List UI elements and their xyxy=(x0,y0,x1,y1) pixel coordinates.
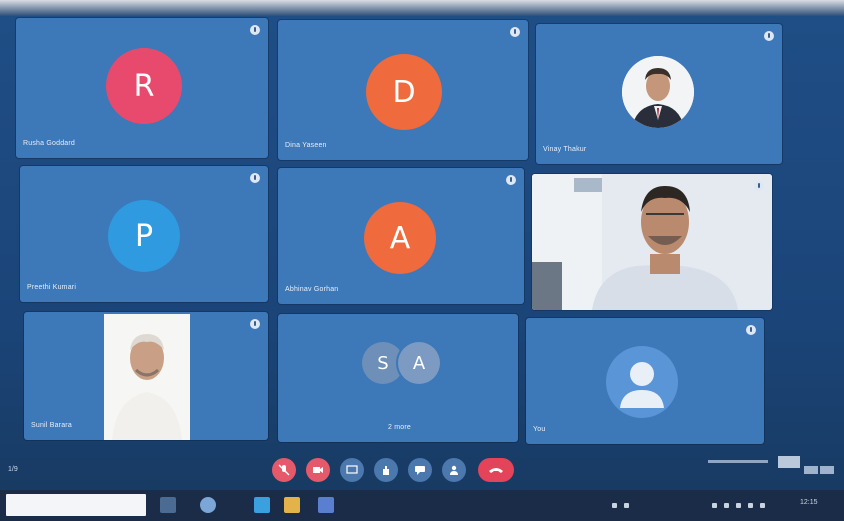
os-taskbar: 12:15 xyxy=(0,490,844,521)
participant-video-tile[interactable] xyxy=(532,174,772,310)
participant-avatar: A xyxy=(398,342,440,384)
tray-icon[interactable] xyxy=(760,503,765,508)
taskbar-search-box[interactable] xyxy=(6,494,146,516)
participant-page-indicator: 1/9 xyxy=(8,466,18,473)
participant-name: Abhinav Gorhan xyxy=(285,286,339,293)
participant-tile[interactable]: You xyxy=(526,318,764,444)
participant-name: Dina Yaseen xyxy=(285,142,327,149)
share-screen-icon xyxy=(346,465,358,474)
raise-hand-icon xyxy=(383,466,389,475)
participant-group-tile[interactable]: S A 2 more xyxy=(278,314,518,442)
task-view-icon[interactable] xyxy=(160,497,176,513)
participant-tile[interactable]: D Dina Yaseen xyxy=(278,20,528,160)
person-photo-icon xyxy=(622,56,694,128)
hang-up-icon xyxy=(489,468,503,473)
participant-tile[interactable]: R Rusha Goddard xyxy=(16,18,268,158)
mic-icon xyxy=(250,173,260,183)
tray-icon[interactable] xyxy=(748,503,753,508)
participant-name: Sunil Barara xyxy=(31,422,72,429)
tray-icon[interactable] xyxy=(612,503,617,508)
mic-icon xyxy=(250,25,260,35)
mic-icon xyxy=(764,31,774,41)
people-icon xyxy=(450,465,458,475)
meeting-app-icon[interactable] xyxy=(318,497,334,513)
meeting-screen: R Rusha Goddard D Dina Yaseen Vinay Thak… xyxy=(0,0,844,521)
mic-icon xyxy=(754,181,764,191)
chat-button[interactable] xyxy=(408,458,432,482)
tray-icon[interactable] xyxy=(624,503,629,508)
participants-button[interactable] xyxy=(442,458,466,482)
participant-tile[interactable]: P Preethi Kumari xyxy=(20,166,268,302)
participant-tile[interactable]: A Abhinav Gorhan xyxy=(278,168,524,304)
share-screen-button[interactable] xyxy=(340,458,364,482)
mic-off-icon xyxy=(278,464,290,476)
hang-up-button[interactable] xyxy=(478,458,514,482)
tray-icon[interactable] xyxy=(736,503,741,508)
tray-icon[interactable] xyxy=(724,503,729,508)
participant-avatar: A xyxy=(364,202,436,274)
participant-tile[interactable]: Vinay Thakur xyxy=(536,24,782,164)
participant-photo-avatar xyxy=(622,56,694,128)
default-user-icon xyxy=(620,362,664,408)
mic-icon xyxy=(746,325,756,335)
participant-tile[interactable]: Sunil Barara xyxy=(24,312,268,440)
mic-icon xyxy=(510,27,520,37)
mute-button[interactable] xyxy=(272,458,296,482)
person-photo-icon xyxy=(104,314,190,440)
participant-avatar: P xyxy=(108,200,180,272)
participant-video-feed xyxy=(532,174,772,310)
participant-name: 2 more xyxy=(388,424,411,431)
browser-icon[interactable] xyxy=(200,497,216,513)
participant-name: Preethi Kumari xyxy=(27,284,77,291)
connection-status xyxy=(708,452,836,482)
window-top-edge xyxy=(0,0,844,16)
video-off-icon xyxy=(313,467,323,473)
participant-name: You xyxy=(533,426,546,433)
file-explorer-icon[interactable] xyxy=(284,497,300,513)
participant-avatar: R xyxy=(106,48,182,124)
participant-name: Vinay Thakur xyxy=(543,146,587,153)
edge-icon[interactable] xyxy=(254,497,270,513)
participant-photo xyxy=(104,314,190,440)
video-camera-icon xyxy=(250,319,260,329)
camera-button[interactable] xyxy=(306,458,330,482)
taskbar-clock[interactable]: 12:15 xyxy=(800,499,818,506)
participant-name: Rusha Goddard xyxy=(23,140,76,147)
status-icons xyxy=(708,456,834,474)
chat-icon xyxy=(415,466,425,475)
raise-hand-button[interactable] xyxy=(374,458,398,482)
participant-avatar xyxy=(606,346,678,418)
tray-icon[interactable] xyxy=(712,503,717,508)
participant-avatar: D xyxy=(366,54,442,130)
mic-icon xyxy=(506,175,516,185)
